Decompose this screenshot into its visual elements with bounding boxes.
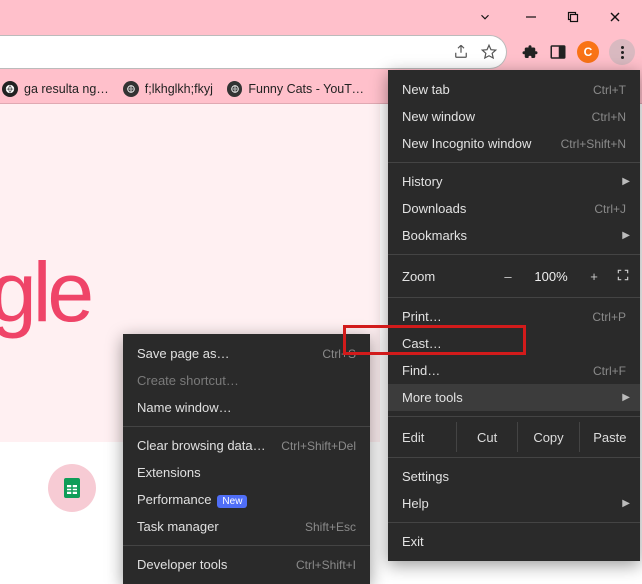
menu-item-history[interactable]: History ▶ <box>388 168 640 195</box>
new-badge: New <box>217 495 247 508</box>
edit-label: Edit <box>388 422 456 452</box>
edit-copy-button[interactable]: Copy <box>517 422 578 452</box>
window-maximize-button[interactable] <box>552 2 594 32</box>
favicon-icon <box>2 81 18 97</box>
menu-separator <box>388 162 640 163</box>
menu-item-new-incognito[interactable]: New Incognito window Ctrl+Shift+N <box>388 130 640 157</box>
menu-item-bookmarks[interactable]: Bookmarks ▶ <box>388 222 640 249</box>
main-menu-button[interactable] <box>609 39 635 65</box>
bookmark-label: Funny Cats - YouTu… <box>248 82 367 96</box>
zoom-out-button[interactable]: – <box>496 269 520 284</box>
google-logo-fragment: gle <box>0 244 90 341</box>
browser-toolbar: C <box>0 34 642 74</box>
menu-item-more-tools[interactable]: More tools ▶ <box>388 384 640 411</box>
submenu-item-save-page[interactable]: Save page as… Ctrl+S <box>123 340 370 367</box>
bookmark-star-icon[interactable] <box>480 43 498 61</box>
chevron-right-icon: ▶ <box>622 176 630 187</box>
zoom-label: Zoom <box>402 269 486 284</box>
omnibox[interactable] <box>0 35 507 69</box>
menu-item-help[interactable]: Help ▶ <box>388 490 640 517</box>
bookmark-item[interactable]: f;lkhglkh;fkyj <box>123 81 213 97</box>
menu-separator <box>388 416 640 417</box>
bookmark-label: f;lkhglkh;fkyj <box>145 82 213 96</box>
menu-item-cast[interactable]: Cast… <box>388 330 640 357</box>
bookmark-item[interactable]: Funny Cats - YouTu… <box>227 81 367 97</box>
favicon-icon <box>227 81 242 97</box>
chevron-right-icon: ▶ <box>622 392 630 403</box>
zoom-in-button[interactable]: + <box>582 269 606 284</box>
bookmark-label: ga resulta ng… <box>24 82 109 96</box>
menu-separator <box>388 522 640 523</box>
chevron-right-icon: ▶ <box>622 498 630 509</box>
menu-zoom-row: Zoom – 100% + <box>388 260 640 292</box>
submenu-item-create-shortcut[interactable]: Create shortcut… <box>123 367 370 394</box>
submenu-item-performance[interactable]: PerformanceNew <box>123 486 370 513</box>
menu-edit-row: Edit Cut Copy Paste <box>388 422 640 452</box>
menu-item-print[interactable]: Print… Ctrl+P <box>388 303 640 330</box>
tab-dropdown-chevron[interactable] <box>468 2 502 32</box>
favicon-icon <box>123 81 139 97</box>
menu-separator <box>388 254 640 255</box>
menu-item-settings[interactable]: Settings <box>388 463 640 490</box>
menu-item-new-window[interactable]: New window Ctrl+N <box>388 103 640 130</box>
fullscreen-icon[interactable] <box>616 268 630 285</box>
menu-separator <box>388 297 640 298</box>
window-minimize-button[interactable] <box>510 2 552 32</box>
submenu-item-extensions[interactable]: Extensions <box>123 459 370 486</box>
menu-separator <box>123 545 370 546</box>
submenu-item-developer-tools[interactable]: Developer tools Ctrl+Shift+I <box>123 551 370 578</box>
chevron-right-icon: ▶ <box>622 230 630 241</box>
submenu-item-task-manager[interactable]: Task manager Shift+Esc <box>123 513 370 540</box>
window-titlebar <box>0 0 642 34</box>
main-menu: New tab Ctrl+T New window Ctrl+N New Inc… <box>388 70 640 561</box>
menu-item-downloads[interactable]: Downloads Ctrl+J <box>388 195 640 222</box>
menu-separator <box>388 457 640 458</box>
extensions-puzzle-icon[interactable] <box>521 43 539 61</box>
menu-item-new-tab[interactable]: New tab Ctrl+T <box>388 76 640 103</box>
profile-avatar[interactable]: C <box>577 41 599 63</box>
window-close-button[interactable] <box>594 2 636 32</box>
menu-item-find[interactable]: Find… Ctrl+F <box>388 357 640 384</box>
side-panel-icon[interactable] <box>549 43 567 61</box>
bookmark-item[interactable]: ga resulta ng… <box>2 81 109 97</box>
share-icon[interactable] <box>452 43 470 61</box>
submenu-item-name-window[interactable]: Name window… <box>123 394 370 421</box>
submenu-item-clear-browsing[interactable]: Clear browsing data… Ctrl+Shift+Del <box>123 432 370 459</box>
more-tools-submenu: Save page as… Ctrl+S Create shortcut… Na… <box>123 334 370 584</box>
zoom-percent: 100% <box>530 269 572 284</box>
sheets-shortcut-chip[interactable] <box>48 464 96 512</box>
menu-separator <box>123 426 370 427</box>
edit-cut-button[interactable]: Cut <box>456 422 517 452</box>
edit-paste-button[interactable]: Paste <box>579 422 640 452</box>
